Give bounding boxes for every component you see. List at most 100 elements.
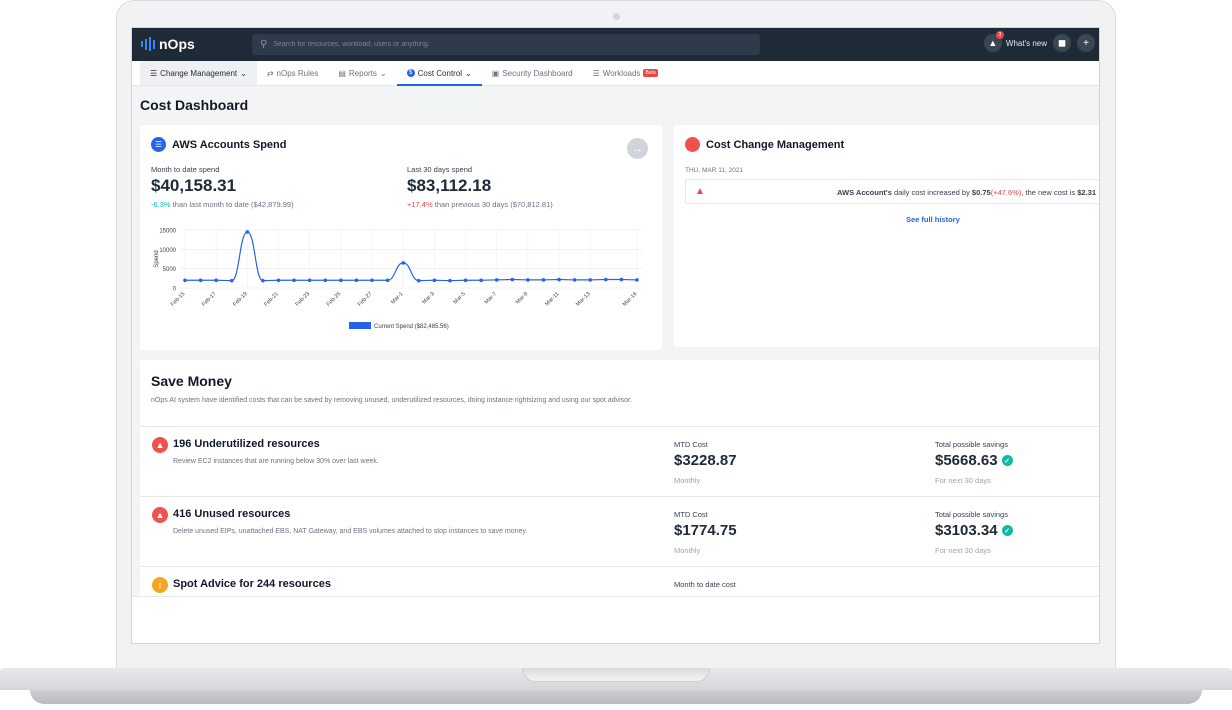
savings-label: Total possible savings bbox=[935, 440, 1008, 449]
data-point bbox=[214, 278, 218, 283]
savings-row-unused[interactable]: ▲ 416 Unused resources Delete unused EIP… bbox=[140, 496, 1099, 566]
row-description: Delete unused EIPs, unattached EBS, NAT … bbox=[173, 528, 528, 535]
search-bar[interactable]: ⚲ bbox=[252, 34, 760, 55]
x-tick-label: Mar-3 bbox=[421, 291, 435, 305]
last30-note-text: than previous 30 days ($70,812.81) bbox=[432, 200, 553, 209]
data-point bbox=[339, 278, 343, 283]
x-tick-label: Feb-15 bbox=[170, 291, 187, 308]
data-point bbox=[276, 278, 281, 283]
tab-cost-control[interactable]: $ Cost Control ⌄ bbox=[396, 61, 482, 86]
search-input[interactable] bbox=[273, 41, 744, 48]
whats-new-button[interactable]: ▲ 3 bbox=[983, 31, 1004, 52]
mtd-cost-value: $1774.75 bbox=[674, 522, 737, 539]
x-tick-label: Mar-16 bbox=[622, 291, 639, 308]
cost-alert[interactable]: ▲ AWS Account's daily cost increased by … bbox=[685, 179, 1099, 204]
mtd-value: $40,158.31 bbox=[151, 176, 237, 195]
card-title: AWS Accounts Spend bbox=[172, 138, 287, 151]
data-point bbox=[635, 278, 639, 282]
see-full-history-link[interactable]: See full history bbox=[906, 215, 960, 224]
x-tick-label: Feb-21 bbox=[263, 291, 280, 308]
mtd-cost-value: $3228.87 bbox=[674, 452, 737, 469]
arrow-right-button[interactable]: → bbox=[627, 138, 648, 159]
data-point bbox=[557, 277, 561, 282]
data-point bbox=[432, 278, 437, 283]
data-point bbox=[494, 278, 499, 282]
savings-amount: $3103.34 bbox=[935, 522, 998, 539]
plus-icon: + bbox=[1083, 37, 1089, 49]
mtd-cost-amount: $1774.75 bbox=[674, 522, 737, 539]
whats-new-label[interactable]: What's new bbox=[1006, 39, 1047, 48]
data-point bbox=[416, 278, 421, 283]
top-bar: nOps ⚲ ▲ 3 What's new ◼ + bbox=[132, 28, 1099, 61]
tab-label: Security Dashboard bbox=[502, 68, 573, 78]
mtd-cost-label: MTD Cost bbox=[674, 510, 708, 519]
x-tick-label: Mar-9 bbox=[515, 291, 529, 305]
save-money-subtitle: nOps AI system have identified costs tha… bbox=[151, 397, 632, 404]
alert-text-part: daily cost increased by bbox=[891, 188, 972, 197]
row-title: Spot Advice for 244 resources bbox=[173, 578, 331, 590]
alert-text-part: , the new cost is bbox=[1021, 188, 1078, 197]
beta-badge: Beta bbox=[643, 69, 658, 77]
notification-badge: 3 bbox=[995, 31, 1004, 39]
mtd-note: -6.3% than last month to date ($42,879.9… bbox=[151, 200, 294, 209]
screen-bottom-area bbox=[132, 596, 1099, 643]
alert-text: AWS Account's daily cost increased by $0… bbox=[837, 188, 1096, 197]
page-title: Cost Dashboard bbox=[140, 97, 249, 113]
stack-icon: ☰ bbox=[592, 68, 600, 78]
arrow-right-icon: → bbox=[632, 142, 643, 155]
tab-nops-rules[interactable]: ⇄ nOps Rules bbox=[257, 61, 329, 85]
savings-amount: $5668.63 bbox=[935, 452, 998, 469]
savings-value: $3103.34 ✓ bbox=[935, 522, 1013, 539]
data-point bbox=[619, 277, 624, 282]
savings-row-underutilized[interactable]: ▲ 196 Underutilized resources Review EC2… bbox=[140, 426, 1099, 496]
database-icon: ☰ bbox=[685, 137, 700, 152]
card-header: ☰ AWS Accounts Spend bbox=[151, 137, 287, 152]
data-point bbox=[541, 278, 546, 282]
last30-change: +17.4% bbox=[407, 200, 433, 209]
data-point bbox=[604, 277, 608, 282]
tab-workloads[interactable]: ☰ Workloads Beta bbox=[583, 61, 668, 85]
tab-label: Reports bbox=[348, 68, 377, 78]
mtd-change: -6.3% bbox=[151, 200, 171, 209]
data-point bbox=[354, 278, 359, 283]
logo[interactable]: nOps bbox=[141, 36, 195, 52]
mtd-cost-sub: Monthly bbox=[674, 546, 701, 555]
data-point bbox=[198, 278, 203, 283]
data-point bbox=[292, 278, 296, 283]
data-point bbox=[307, 278, 312, 283]
alert-account: AWS Account's bbox=[837, 188, 892, 197]
spend-line-chart: 0 5000 10000 15000 Feb-15 Feb-17 Feb-19 Feb-21 F… bbox=[154, 229, 642, 330]
mtd-cost-label: Month to date cost bbox=[674, 580, 736, 589]
x-tick-label: Feb-27 bbox=[357, 291, 374, 308]
data-point bbox=[448, 278, 452, 283]
legend-label: Current Spend ($82,485.56) bbox=[374, 324, 449, 330]
row-title: 416 Unused resources bbox=[173, 508, 291, 520]
savings-value: $5668.63 ✓ bbox=[935, 452, 1013, 469]
row-description: Review EC2 instances that are running be… bbox=[173, 458, 379, 465]
card-title: Cost Change Management bbox=[706, 138, 845, 151]
alert-new-cost: $2.31 bbox=[1077, 188, 1096, 197]
tab-change-management[interactable]: ☰ Change Management ⌄ bbox=[140, 61, 257, 85]
camera-dot bbox=[613, 13, 620, 20]
aws-spend-card: ☰ AWS Accounts Spend → Month to date spe… bbox=[140, 125, 662, 350]
bell-icon: ◼ bbox=[1057, 37, 1067, 49]
bell-button[interactable]: ◼ bbox=[1053, 34, 1071, 52]
tab-reports[interactable]: ▤ Reports ⌄ bbox=[328, 61, 396, 85]
check-circle-icon: ✓ bbox=[1001, 525, 1013, 536]
tab-label: Change Management bbox=[160, 68, 238, 78]
y-tick-label: 15000 bbox=[159, 229, 176, 235]
tab-security-dashboard[interactable]: ▣ Security Dashboard bbox=[482, 61, 583, 85]
add-button[interactable]: + bbox=[1077, 34, 1095, 52]
data-point bbox=[183, 278, 187, 283]
alert-increase: $0.75 bbox=[971, 188, 991, 197]
data-point bbox=[526, 278, 530, 282]
x-tick-label: Mar-13 bbox=[575, 291, 592, 308]
data-point bbox=[370, 278, 374, 283]
save-money-card: Save Money nOps AI system have identifie… bbox=[140, 360, 1099, 600]
warning-icon: ▲ bbox=[152, 507, 168, 523]
legend-swatch bbox=[349, 322, 371, 329]
data-point bbox=[385, 278, 390, 283]
report-icon: ▤ bbox=[338, 68, 346, 78]
dollar-icon: $ bbox=[406, 69, 415, 77]
last30-value: $83,112.18 bbox=[407, 176, 492, 195]
